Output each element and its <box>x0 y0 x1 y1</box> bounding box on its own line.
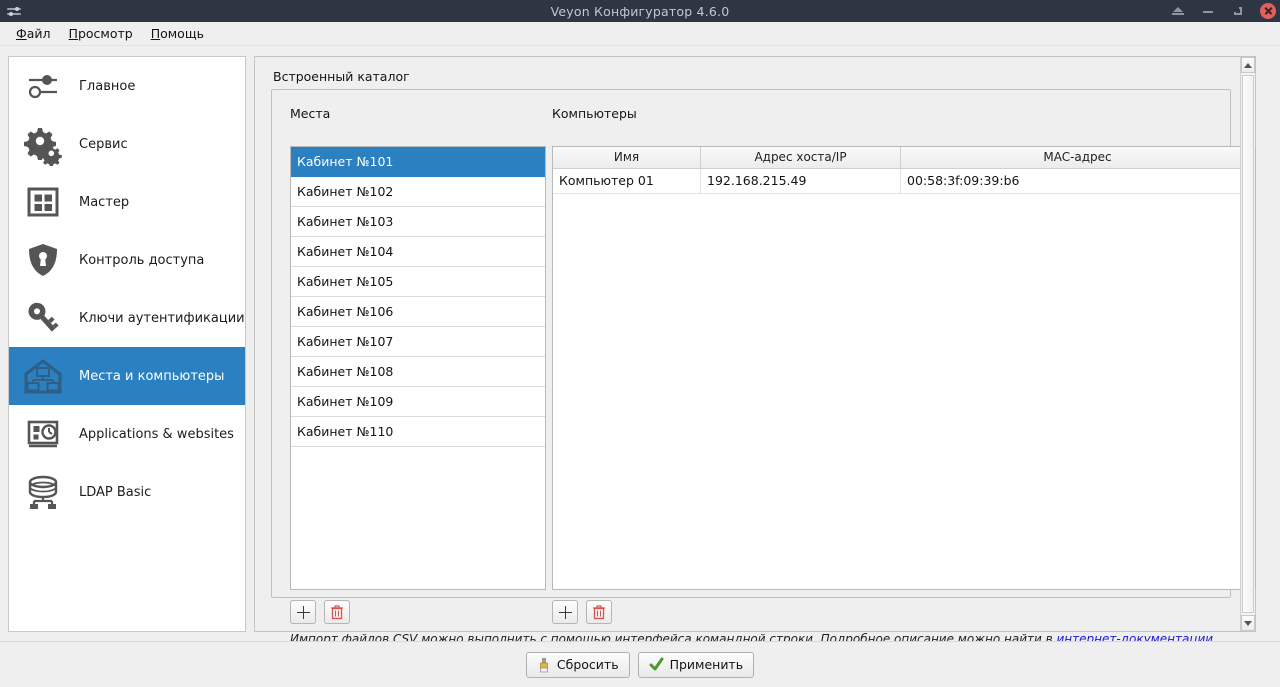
house-network-icon <box>21 354 65 398</box>
menu-view[interactable]: Просмотр <box>61 23 141 44</box>
sidebar-item-service[interactable]: Сервис <box>9 115 245 173</box>
plus-icon <box>558 605 572 619</box>
brush-icon <box>539 657 548 672</box>
menu-help-label: омощь <box>160 26 204 41</box>
cell-mac[interactable]: 00:58:3f:09:39:b6 <box>901 169 1255 193</box>
maximize-button[interactable] <box>1230 3 1246 19</box>
reset-button-label: Сбросить <box>556 657 619 672</box>
panel-content: Встроенный каталог Места Компьютеры Каби… <box>255 57 1256 646</box>
trash-icon <box>593 604 605 619</box>
sidebar-item-auth-keys[interactable]: Ключи аутентификации <box>9 289 245 347</box>
menu-file-mnemonic: Ф <box>16 26 27 41</box>
sidebar-item-label: Сервис <box>79 136 128 152</box>
menu-view-mnemonic: П <box>68 26 78 41</box>
list-item[interactable]: Кабинет №101 <box>291 147 545 177</box>
add-computer-button[interactable] <box>552 600 578 624</box>
column-header-name[interactable]: Имя <box>553 147 701 169</box>
main-panel: Встроенный каталог Места Компьютеры Каби… <box>254 56 1256 646</box>
key-icon <box>21 296 65 340</box>
sidebar-item-label: Applications & websites <box>79 426 234 442</box>
places-label: Места <box>290 106 331 121</box>
list-item[interactable]: Кабинет №110 <box>291 417 545 447</box>
close-button[interactable] <box>1260 3 1276 19</box>
cell-host[interactable]: 192.168.215.49 <box>701 169 901 193</box>
computers-table[interactable]: Имя Адрес хоста/IP MAC-адрес Компьютер 0… <box>552 146 1256 590</box>
grid-window-icon <box>21 180 65 224</box>
scrollbar-thumb[interactable] <box>1242 75 1254 613</box>
chevron-up-icon <box>1244 62 1252 68</box>
plus-icon <box>296 605 310 619</box>
list-item[interactable]: Кабинет №102 <box>291 177 545 207</box>
check-icon <box>649 657 664 671</box>
sidebar-item-label: LDAP Basic <box>79 484 152 500</box>
menu-view-label: росмотр <box>77 26 133 41</box>
chevron-down-icon <box>1244 620 1252 626</box>
menu-help-mnemonic: П <box>150 26 161 41</box>
sidebar-item-locations-computers[interactable]: Места и компьютеры <box>9 347 245 405</box>
computers-toolbar <box>552 600 612 624</box>
gears-icon <box>21 122 65 166</box>
title-bar[interactable]: Veyon Конфигуратор 4.6.0 <box>0 0 1280 22</box>
window-title: Veyon Конфигуратор 4.6.0 <box>550 3 730 19</box>
list-item[interactable]: Кабинет №105 <box>291 267 545 297</box>
list-item[interactable]: Кабинет №109 <box>291 387 545 417</box>
footer-bar: Сбросить Применить <box>0 641 1280 687</box>
database-network-icon <box>21 470 65 514</box>
sidebar-item-general[interactable]: Главное <box>9 57 245 115</box>
sidebar: Главное Сервис Мастер Контроль доступа К… <box>8 56 246 632</box>
list-item[interactable]: Кабинет №107 <box>291 327 545 357</box>
menu-file-label: айл <box>26 26 51 41</box>
sidebar-item-label: Главное <box>79 78 136 94</box>
delete-place-button[interactable] <box>324 600 350 624</box>
sidebar-item-label: Контроль доступа <box>79 252 205 268</box>
shade-icon <box>1173 7 1183 12</box>
list-item[interactable]: Кабинет №103 <box>291 207 545 237</box>
sidebar-item-label: Мастер <box>79 194 130 210</box>
places-list[interactable]: Кабинет №101 Кабинет №102 Кабинет №103 К… <box>290 146 546 590</box>
menu-file[interactable]: Файл <box>8 23 59 44</box>
app-icon <box>4 2 26 20</box>
apply-button[interactable]: Применить <box>637 651 755 678</box>
delete-computer-button[interactable] <box>586 600 612 624</box>
sidebar-item-access-control[interactable]: Контроль доступа <box>9 231 245 289</box>
sidebar-item-label: Ключи аутентификации <box>79 310 245 326</box>
menu-bar: Файл Просмотр Помощь <box>0 22 1280 46</box>
panel-scrollbar[interactable] <box>1240 57 1255 631</box>
group-title: Встроенный каталог <box>273 69 410 84</box>
add-place-button[interactable] <box>290 600 316 624</box>
column-header-host[interactable]: Адрес хоста/IP <box>701 147 901 169</box>
sidebar-item-master[interactable]: Мастер <box>9 173 245 231</box>
scroll-up-button[interactable] <box>1241 57 1255 73</box>
work-area: Главное Сервис Мастер Контроль доступа К… <box>0 46 1280 646</box>
apply-button-label: Применить <box>669 657 744 672</box>
window-controls <box>1170 0 1276 22</box>
list-item[interactable]: Кабинет №108 <box>291 357 545 387</box>
list-item[interactable]: Кабинет №106 <box>291 297 545 327</box>
scroll-down-button[interactable] <box>1241 615 1255 631</box>
sliders-icon <box>21 64 65 108</box>
sidebar-item-ldap-basic[interactable]: LDAP Basic <box>9 463 245 521</box>
sidebar-item-label: Места и компьютеры <box>79 368 225 384</box>
trash-icon <box>331 604 343 619</box>
table-row[interactable]: Компьютер 01 192.168.215.49 00:58:3f:09:… <box>553 169 1255 194</box>
menu-help[interactable]: Помощь <box>143 23 212 44</box>
cell-name[interactable]: Компьютер 01 <box>553 169 701 193</box>
builtin-directory-group: Места Компьютеры Кабинет №101 Кабинет №1… <box>271 89 1256 646</box>
places-toolbar <box>290 600 350 624</box>
minimize-icon <box>1203 11 1213 13</box>
reset-button[interactable]: Сбросить <box>525 651 630 678</box>
shade-button[interactable] <box>1170 3 1186 19</box>
column-header-mac[interactable]: MAC-адрес <box>901 147 1255 169</box>
table-header-row: Имя Адрес хоста/IP MAC-адрес <box>553 147 1255 169</box>
computers-label: Компьютеры <box>552 106 637 121</box>
minimize-button[interactable] <box>1200 3 1216 19</box>
monitor-clock-icon <box>21 412 65 456</box>
shield-keyhole-icon <box>21 238 65 282</box>
list-item[interactable]: Кабинет №104 <box>291 237 545 267</box>
sidebar-item-applications-websites[interactable]: Applications & websites <box>9 405 245 463</box>
